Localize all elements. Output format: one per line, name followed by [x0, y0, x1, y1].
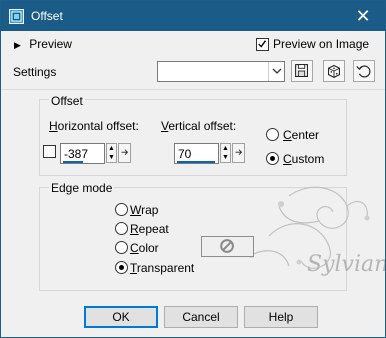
- reset-icon: [356, 65, 371, 78]
- separator: [1, 89, 385, 90]
- horizontal-offset-value: -387: [64, 147, 89, 161]
- cancel-button[interactable]: Cancel: [164, 306, 238, 328]
- preview-label: Preview: [29, 37, 72, 51]
- watermark-text: Sylviane: [307, 252, 385, 277]
- horizontal-offset-label: Horizontal offset:: [49, 119, 139, 133]
- no-color-icon: [220, 239, 234, 253]
- edge-color-swatch[interactable]: [201, 236, 254, 257]
- preview-on-image-label: Preview on Image: [273, 37, 370, 51]
- offset-group-label: Offset: [49, 94, 85, 108]
- close-button[interactable]: ✕: [341, 1, 385, 31]
- transparent-radio[interactable]: [115, 261, 128, 274]
- center-radio-label: Center: [283, 128, 320, 142]
- chevron-down-icon: [272, 68, 282, 74]
- transparent-radio-label: Transparent: [130, 261, 195, 275]
- dice-icon: [328, 64, 340, 78]
- window-title: Offset: [31, 9, 63, 23]
- randomize-button[interactable]: [323, 60, 345, 82]
- dropdown-arrow-button[interactable]: [268, 62, 284, 81]
- horizontal-offset-input[interactable]: -387: [60, 143, 105, 164]
- expand-triangle-icon: ▶: [14, 40, 21, 50]
- help-button[interactable]: Help: [244, 306, 318, 328]
- vertical-slider-indicator: [177, 161, 215, 163]
- spin-up-icon[interactable]: ▲: [221, 144, 230, 153]
- preview-on-image-checkbox[interactable]: [256, 38, 269, 51]
- wrap-radio[interactable]: [115, 203, 128, 216]
- ok-button[interactable]: OK: [84, 306, 158, 328]
- wrap-radio-label: Wrap: [130, 203, 159, 217]
- save-icon: [295, 64, 308, 77]
- slider-arrow-icon: [121, 149, 129, 155]
- preview-toggle[interactable]: ▶ Preview: [14, 37, 72, 51]
- horizontal-spinner[interactable]: ▲ ▼: [106, 143, 117, 163]
- vertical-offset-input[interactable]: 70: [174, 143, 219, 164]
- horizontal-slider-button[interactable]: [118, 143, 131, 163]
- vertical-offset-value: 70: [178, 147, 192, 161]
- edge-mode-group-label: Edge mode: [49, 181, 115, 195]
- horizontal-slider-indicator: [63, 161, 83, 163]
- spin-up-icon[interactable]: ▲: [107, 144, 116, 153]
- custom-radio[interactable]: [266, 152, 279, 165]
- vertical-spinner[interactable]: ▲ ▼: [220, 143, 231, 163]
- repeat-radio[interactable]: [115, 222, 128, 235]
- custom-radio-label: Custom: [283, 152, 325, 166]
- reset-button[interactable]: [353, 60, 375, 82]
- slider-arrow-icon: [235, 149, 243, 155]
- spin-down-icon[interactable]: ▼: [107, 153, 116, 162]
- settings-dropdown[interactable]: [157, 61, 285, 82]
- vertical-offset-label: Vertical offset:: [161, 119, 237, 133]
- close-icon: ✕: [355, 6, 371, 26]
- offset-dialog: Offset ✕ ▶ Preview Preview on Image Sett…: [0, 0, 386, 338]
- title-bar[interactable]: Offset ✕: [1, 1, 385, 31]
- spin-down-icon[interactable]: ▼: [221, 153, 230, 162]
- checkmark-icon: [258, 40, 267, 48]
- settings-label: Settings: [13, 65, 57, 79]
- link-offsets-checkbox[interactable]: [43, 145, 56, 158]
- color-radio[interactable]: [115, 241, 128, 254]
- vertical-slider-button[interactable]: [232, 143, 245, 163]
- repeat-radio-label: Repeat: [130, 222, 169, 236]
- save-preset-button[interactable]: [291, 60, 313, 82]
- color-radio-label: Color: [130, 241, 159, 255]
- center-radio[interactable]: [266, 128, 279, 141]
- app-icon: [9, 9, 24, 24]
